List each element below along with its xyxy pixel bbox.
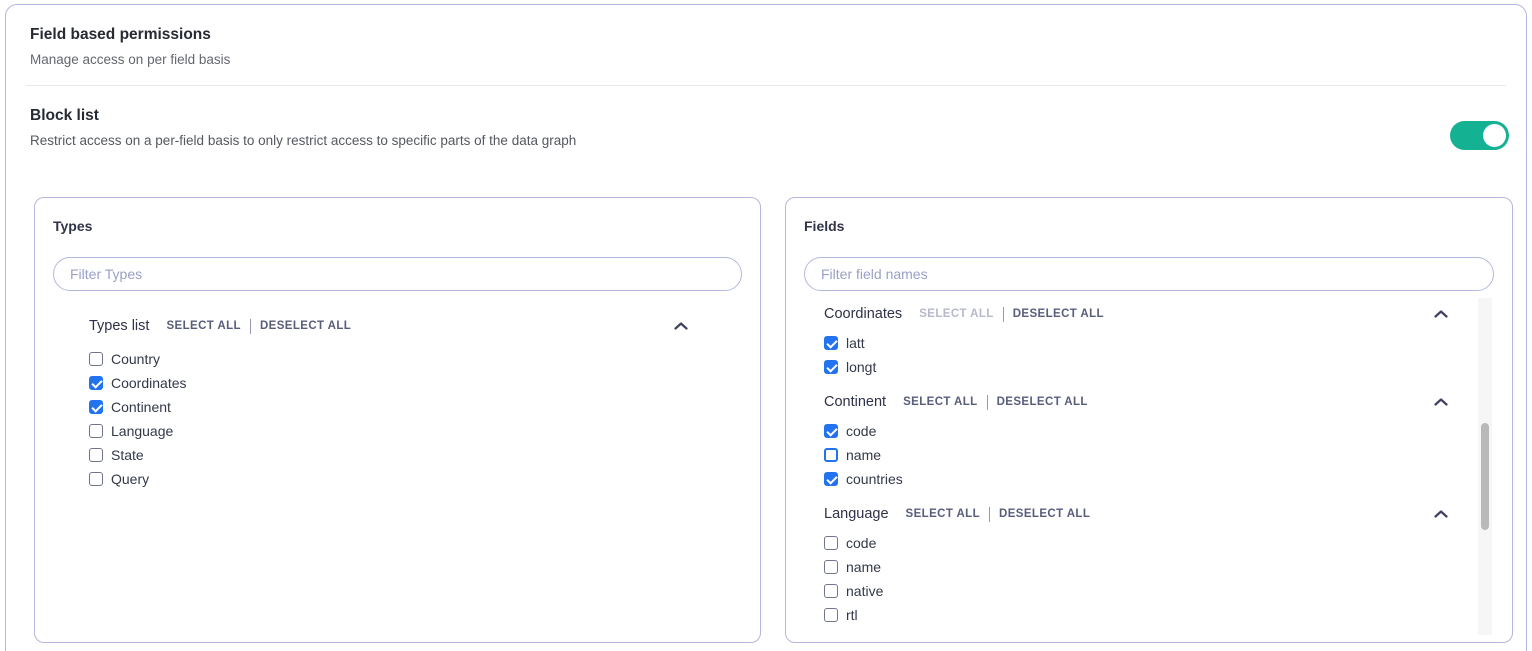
type-row-country[interactable]: Country [89, 347, 706, 371]
field-row-countries[interactable]: countries [824, 467, 1448, 491]
continent-collapse-button[interactable] [1434, 398, 1448, 406]
type-row-state[interactable]: State [89, 443, 706, 467]
field-row-rtl[interactable]: rtl [824, 603, 1448, 627]
field-row-name[interactable]: name [824, 555, 1448, 579]
checkbox[interactable] [824, 336, 838, 350]
page-header: Field based permissions Manage access on… [6, 5, 1526, 67]
permissions-card: Field based permissions Manage access on… [5, 4, 1527, 651]
checkbox[interactable] [824, 536, 838, 550]
field-group-continent: Continent SELECT ALL DESELECT ALL code [824, 392, 1448, 491]
field-group-coordinates: Coordinates SELECT ALL DESELECT ALL latt [824, 304, 1448, 379]
fields-panel: Fields Coordinates SELECT ALL DESELECT A… [785, 197, 1513, 643]
types-list: Types list SELECT ALL DESELECT ALL Count… [53, 316, 742, 491]
checkbox-label[interactable]: Query [111, 471, 149, 487]
checkbox[interactable] [824, 448, 838, 462]
block-list-toggle[interactable] [1450, 121, 1509, 150]
field-row-name[interactable]: name [824, 443, 1448, 467]
checkbox-label[interactable]: rtl [846, 607, 858, 623]
checkbox-label[interactable]: native [846, 583, 883, 599]
checkbox[interactable] [824, 560, 838, 574]
checkbox[interactable] [89, 376, 103, 390]
fields-filter-input[interactable] [804, 257, 1494, 291]
select-all-separator [989, 507, 990, 522]
field-row-native[interactable]: native [824, 579, 1448, 603]
type-row-query[interactable]: Query [89, 467, 706, 491]
chevron-up-icon [1434, 310, 1448, 318]
types-deselect-all-button[interactable]: DESELECT ALL [260, 320, 351, 332]
checkbox[interactable] [824, 584, 838, 598]
checkbox[interactable] [824, 424, 838, 438]
types-filter-input[interactable] [53, 257, 742, 291]
select-all-separator [250, 319, 251, 334]
field-group-title: Language [824, 506, 889, 522]
checkbox[interactable] [89, 352, 103, 366]
types-list-header: Types list SELECT ALL DESELECT ALL [89, 316, 706, 336]
checkbox[interactable] [89, 472, 103, 486]
checkbox[interactable] [824, 608, 838, 622]
fields-panel-title: Fields [804, 218, 1494, 234]
checkbox[interactable] [824, 472, 838, 486]
field-group-header: Coordinates SELECT ALL DESELECT ALL [824, 304, 1448, 324]
types-panel-title: Types [53, 218, 742, 234]
field-group-header: Continent SELECT ALL DESELECT ALL [824, 392, 1448, 412]
toggle-knob [1483, 124, 1506, 147]
page-subtitle: Manage access on per field basis [30, 52, 1502, 67]
block-list-section: Block list Restrict access on a per-fiel… [6, 86, 1526, 148]
field-group-title: Coordinates [824, 306, 902, 322]
checkbox[interactable] [89, 424, 103, 438]
checkbox-label[interactable]: longt [846, 359, 876, 375]
language-collapse-button[interactable] [1434, 510, 1448, 518]
checkbox-label[interactable]: name [846, 559, 881, 575]
checkbox[interactable] [89, 448, 103, 462]
field-group-title: Continent [824, 394, 886, 410]
block-list-description: Restrict access on a per-field basis to … [30, 133, 1502, 148]
checkbox-label[interactable]: countries [846, 471, 903, 487]
coordinates-deselect-all-button[interactable]: DESELECT ALL [1013, 308, 1104, 320]
checkbox-label[interactable]: Language [111, 423, 173, 439]
checkbox-label[interactable]: code [846, 535, 876, 551]
checkbox-label[interactable]: name [846, 447, 881, 463]
field-row-code[interactable]: code [824, 419, 1448, 443]
checkbox[interactable] [824, 360, 838, 374]
types-collapse-button[interactable] [674, 322, 688, 330]
field-group-language: Language SELECT ALL DESELECT ALL code [824, 504, 1448, 627]
field-group-header: Language SELECT ALL DESELECT ALL [824, 504, 1448, 524]
continent-select-all-button[interactable]: SELECT ALL [903, 396, 978, 408]
select-all-separator [1003, 307, 1004, 322]
continent-deselect-all-button[interactable]: DESELECT ALL [997, 396, 1088, 408]
field-row-code[interactable]: code [824, 531, 1448, 555]
field-row-longt[interactable]: longt [824, 355, 1448, 379]
checkbox[interactable] [89, 400, 103, 414]
chevron-up-icon [1434, 510, 1448, 518]
type-row-coordinates[interactable]: Coordinates [89, 371, 706, 395]
checkbox-label[interactable]: Country [111, 351, 160, 367]
checkbox-label[interactable]: latt [846, 335, 865, 351]
fields-scrollbar-thumb[interactable] [1481, 423, 1489, 530]
coordinates-collapse-button[interactable] [1434, 310, 1448, 318]
language-deselect-all-button[interactable]: DESELECT ALL [999, 508, 1090, 520]
types-list-group-title: Types list [89, 318, 149, 334]
field-row-latt[interactable]: latt [824, 331, 1448, 355]
page-title: Field based permissions [30, 26, 1502, 44]
field-permissions-page: Field based permissions Manage access on… [0, 0, 1532, 651]
checkbox-label[interactable]: Continent [111, 399, 171, 415]
type-row-language[interactable]: Language [89, 419, 706, 443]
chevron-up-icon [674, 322, 688, 330]
coordinates-select-all-button: SELECT ALL [919, 308, 994, 320]
types-checkbox-list: Country Coordinates Continent Language [89, 347, 706, 491]
type-row-continent[interactable]: Continent [89, 395, 706, 419]
language-select-all-button[interactable]: SELECT ALL [906, 508, 981, 520]
checkbox-label[interactable]: State [111, 447, 144, 463]
fields-scrollbar-track[interactable] [1478, 298, 1492, 635]
checkbox-label[interactable]: code [846, 423, 876, 439]
fields-scroll-area: Coordinates SELECT ALL DESELECT ALL latt [804, 296, 1494, 640]
types-panel: Types Types list SELECT ALL DESELECT ALL [34, 197, 761, 643]
types-select-all-button[interactable]: SELECT ALL [166, 320, 241, 332]
block-list-title: Block list [30, 107, 1502, 125]
select-all-separator [987, 395, 988, 410]
chevron-up-icon [1434, 398, 1448, 406]
checkbox-label[interactable]: Coordinates [111, 375, 187, 391]
